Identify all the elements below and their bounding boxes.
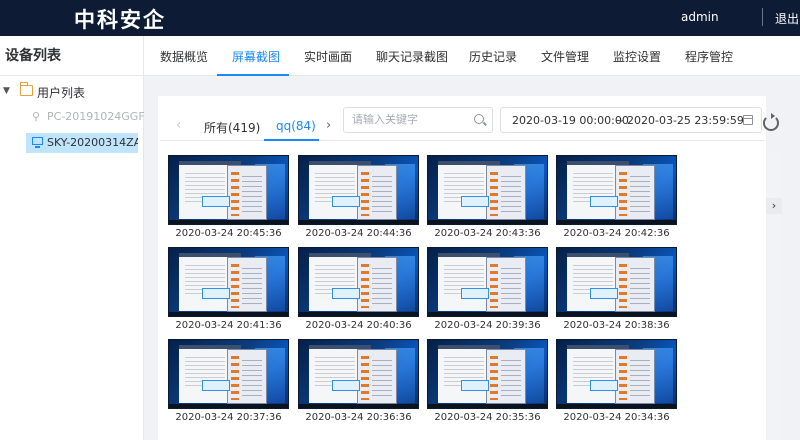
user-name[interactable]: admin [681, 10, 719, 24]
screenshot-thumb[interactable]: 2020-03-24 20:41:36 [168, 247, 289, 335]
screenshot-time: 2020-03-24 20:38:36 [563, 320, 670, 331]
screenshot-time: 2020-03-24 20:45:36 [175, 228, 282, 239]
screenshot-time: 2020-03-24 20:42:36 [563, 228, 670, 239]
active-tab-indicator [217, 74, 289, 76]
screenshot-time: 2020-03-24 20:37:36 [175, 412, 282, 423]
tree-root-users[interactable]: ▼ 用户列表 [0, 82, 144, 103]
tab-live-view[interactable]: 实时画面 [304, 48, 352, 65]
device-item-selected[interactable]: SKY-20200314ZAI [26, 133, 138, 153]
main-tabs: 数据概览 屏幕截图 实时画面 聊天记录截图 历史记录 文件管理 监控设置 程序管… [144, 36, 800, 76]
screenshot-image[interactable] [556, 247, 677, 317]
date-separator: ~ [615, 114, 625, 127]
right-scroll-rail[interactable] [766, 152, 782, 440]
sidebar-title: 设备列表 [0, 36, 143, 76]
brand-title: 中科安企 [74, 8, 166, 32]
active-subtab-indicator [264, 139, 319, 141]
logout-button[interactable]: 退出 [775, 10, 799, 27]
screenshot-image[interactable] [168, 339, 289, 409]
screenshot-time: 2020-03-24 20:44:36 [305, 228, 412, 239]
device-label: PC-20191024GGFA [47, 110, 144, 123]
device-item-offline[interactable]: ⚲ PC-20191024GGFA [26, 107, 144, 127]
screenshot-image[interactable] [168, 155, 289, 225]
tab-monitor-settings[interactable]: 监控设置 [613, 48, 661, 65]
tab-overview[interactable]: 数据概览 [160, 48, 208, 65]
date-range-picker[interactable]: 2020-03-19 00:00:00 ~ 2020-03-25 23:59:5… [500, 107, 762, 133]
screenshot-thumb[interactable]: 2020-03-24 20:43:36 [427, 155, 548, 243]
tree-root-label: 用户列表 [37, 86, 86, 100]
tab-file-management[interactable]: 文件管理 [541, 48, 589, 65]
screenshot-image[interactable] [427, 247, 548, 317]
tab-program-control[interactable]: 程序管控 [685, 48, 733, 65]
tab-history[interactable]: 历史记录 [469, 48, 517, 65]
screenshot-image[interactable] [427, 339, 548, 409]
screenshot-time: 2020-03-24 20:43:36 [434, 228, 541, 239]
chevron-left-icon[interactable]: ‹ [176, 118, 181, 133]
screenshot-thumb[interactable]: 2020-03-24 20:34:36 [556, 339, 677, 427]
screenshot-thumb[interactable]: 2020-03-24 20:35:36 [427, 339, 548, 427]
chevron-right-icon[interactable]: › [766, 198, 782, 214]
tab-screenshots[interactable]: 屏幕截图 [232, 48, 280, 65]
device-label: SKY-20200314ZAI [47, 136, 138, 149]
top-bar: 中科安企 admin 退出 [0, 0, 800, 36]
screenshot-time: 2020-03-24 20:41:36 [175, 320, 282, 331]
screenshot-time: 2020-03-24 20:40:36 [305, 320, 412, 331]
screenshot-time: 2020-03-24 20:36:36 [305, 412, 412, 423]
screenshot-image[interactable] [298, 339, 419, 409]
screenshot-image[interactable] [556, 155, 677, 225]
folder-icon [20, 82, 33, 96]
calendar-icon[interactable] [743, 115, 753, 125]
screenshot-thumb[interactable]: 2020-03-24 20:37:36 [168, 339, 289, 427]
date-end[interactable]: 2020-03-25 23:59:59 [627, 114, 744, 127]
screenshot-thumb[interactable]: 2020-03-24 20:39:36 [427, 247, 548, 335]
screenshot-time: 2020-03-24 20:34:36 [563, 412, 670, 423]
screenshot-thumb[interactable]: 2020-03-24 20:36:36 [298, 339, 419, 427]
screenshot-image[interactable] [298, 247, 419, 317]
refresh-icon[interactable] [763, 113, 779, 131]
screenshot-thumb[interactable]: 2020-03-24 20:40:36 [298, 247, 419, 335]
header-divider [762, 8, 763, 26]
screenshot-image[interactable] [427, 155, 548, 225]
subtab-all[interactable]: 所有(419) [204, 119, 260, 136]
device-sidebar: 设备列表 ▼ 用户列表 ⚲ PC-20191024GGFA SKY-202003… [0, 36, 144, 440]
chevron-right-icon[interactable]: › [326, 118, 331, 133]
screenshot-thumb[interactable]: 2020-03-24 20:44:36 [298, 155, 419, 243]
screenshot-thumb[interactable]: 2020-03-24 20:42:36 [556, 155, 677, 243]
date-start[interactable]: 2020-03-19 00:00:00 [512, 114, 629, 127]
subtab-qq[interactable]: qq(84) [276, 119, 316, 133]
search-icon[interactable] [474, 114, 484, 124]
screenshot-image[interactable] [556, 339, 677, 409]
screenshot-thumb[interactable]: 2020-03-24 20:38:36 [556, 247, 677, 335]
screenshot-time: 2020-03-24 20:35:36 [434, 412, 541, 423]
link-icon: ⚲ [32, 110, 41, 123]
caret-down-icon[interactable]: ▼ [3, 86, 10, 96]
monitor-icon [32, 137, 43, 148]
screenshot-time: 2020-03-24 20:39:36 [434, 320, 541, 331]
subtab-divider [160, 140, 764, 141]
search-box [343, 107, 493, 133]
tab-chat-screenshots[interactable]: 聊天记录截图 [376, 48, 448, 65]
search-input[interactable] [352, 113, 470, 126]
screenshot-image[interactable] [168, 247, 289, 317]
screenshot-thumb[interactable]: 2020-03-24 20:45:36 [168, 155, 289, 243]
screenshot-image[interactable] [298, 155, 419, 225]
